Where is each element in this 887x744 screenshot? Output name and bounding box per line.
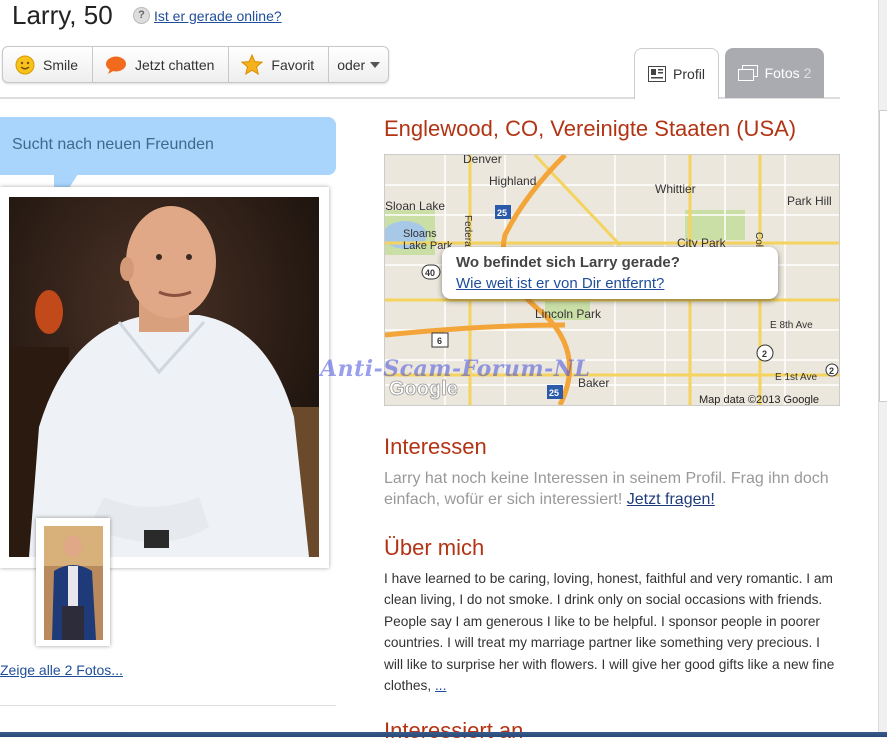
map-location-popup: Wo befindet sich Larry gerade? Wie weit … [442,247,778,299]
chat-label: Jetzt chatten [135,56,215,73]
photo-thumbnail[interactable] [44,526,103,640]
main-profile-photo[interactable] [9,197,319,557]
more-label: oder [337,56,366,73]
profile-card-icon [648,66,667,82]
all-photos-link[interactable]: Zeige alle 2 Fotos... [0,662,123,678]
interested-in-heading: Interessiert an [384,718,524,743]
chat-bubble-icon [105,55,127,75]
about-message: I have learned to be caring, loving, hon… [384,571,835,694]
svg-text:6: 6 [437,336,442,346]
tab-fotos-label: Fotos [764,65,800,81]
left-divider [0,705,336,706]
status-text: Sucht nach neuen Freunden [12,136,214,153]
fotos-count: 2 [803,65,812,81]
tab-fotos[interactable]: Fotos 2 [725,48,824,98]
favorite-button[interactable]: Favorit [229,47,330,82]
svg-text:Lincoln Park: Lincoln Park [535,307,602,321]
svg-text:2: 2 [829,366,834,376]
smile-label: Smile [43,56,79,73]
svg-text:25: 25 [497,208,507,218]
svg-text:Park Hill: Park Hill [787,194,832,208]
svg-text:40: 40 [425,268,435,278]
profile-name-age: Larry, 50 [12,0,113,30]
distance-link[interactable]: Wie weit ist er von Dir entfernt? [456,275,664,292]
chevron-down-icon [370,61,381,68]
tab-profil[interactable]: Profil [634,48,719,99]
svg-text:2: 2 [762,349,767,359]
interests-heading: Interessen [384,434,487,459]
about-heading: Über mich [384,535,485,560]
interests-message: Larry hat noch keine Interessen in seine… [384,470,829,508]
smiley-icon [15,55,35,75]
svg-text:Sloan Lake: Sloan Lake [385,199,445,213]
star-icon [241,54,264,75]
location-heading: Englewood, CO, Vereinigte Staaten (USA) [384,116,797,141]
photos-icon [737,65,758,81]
svg-text:E 8th Ave: E 8th Ave [770,320,813,331]
action-bar: Smile Jetzt chatten Favorit oder [2,46,390,83]
svg-text:Map data ©2013 Google: Map data ©2013 Google [699,394,819,405]
svg-text:25: 25 [549,388,559,398]
online-status-link[interactable]: Ist er gerade online? [154,8,282,24]
tab-profil-label: Profil [673,66,705,82]
svg-text:Whittier: Whittier [655,182,696,196]
read-more-link[interactable]: ... [435,678,446,693]
favorite-label: Favorit [271,56,315,73]
svg-text:Sloans: Sloans [403,228,437,240]
help-icon[interactable]: ? [133,7,150,24]
taskbar [0,732,887,737]
svg-text:Highland: Highland [489,174,536,188]
interests-text: Larry hat noch keine Interessen in seine… [384,468,834,510]
watermark: Anti-Scam-Forum-NL [320,356,591,382]
map-popup-question: Wo befindet sich Larry gerade? [456,254,680,271]
smile-button[interactable]: Smile [3,47,94,82]
more-dropdown[interactable]: oder [329,47,388,82]
about-text: I have learned to be caring, loving, hon… [384,568,839,696]
ask-now-link[interactable]: Jetzt fragen! [627,491,715,508]
scrollbar-thumb[interactable] [879,110,887,402]
svg-text:E 1st Ave: E 1st Ave [775,372,818,383]
chat-button[interactable]: Jetzt chatten [93,47,230,82]
status-bubble: Sucht nach neuen Freunden [0,117,336,175]
svg-text:Denver: Denver [463,155,502,166]
